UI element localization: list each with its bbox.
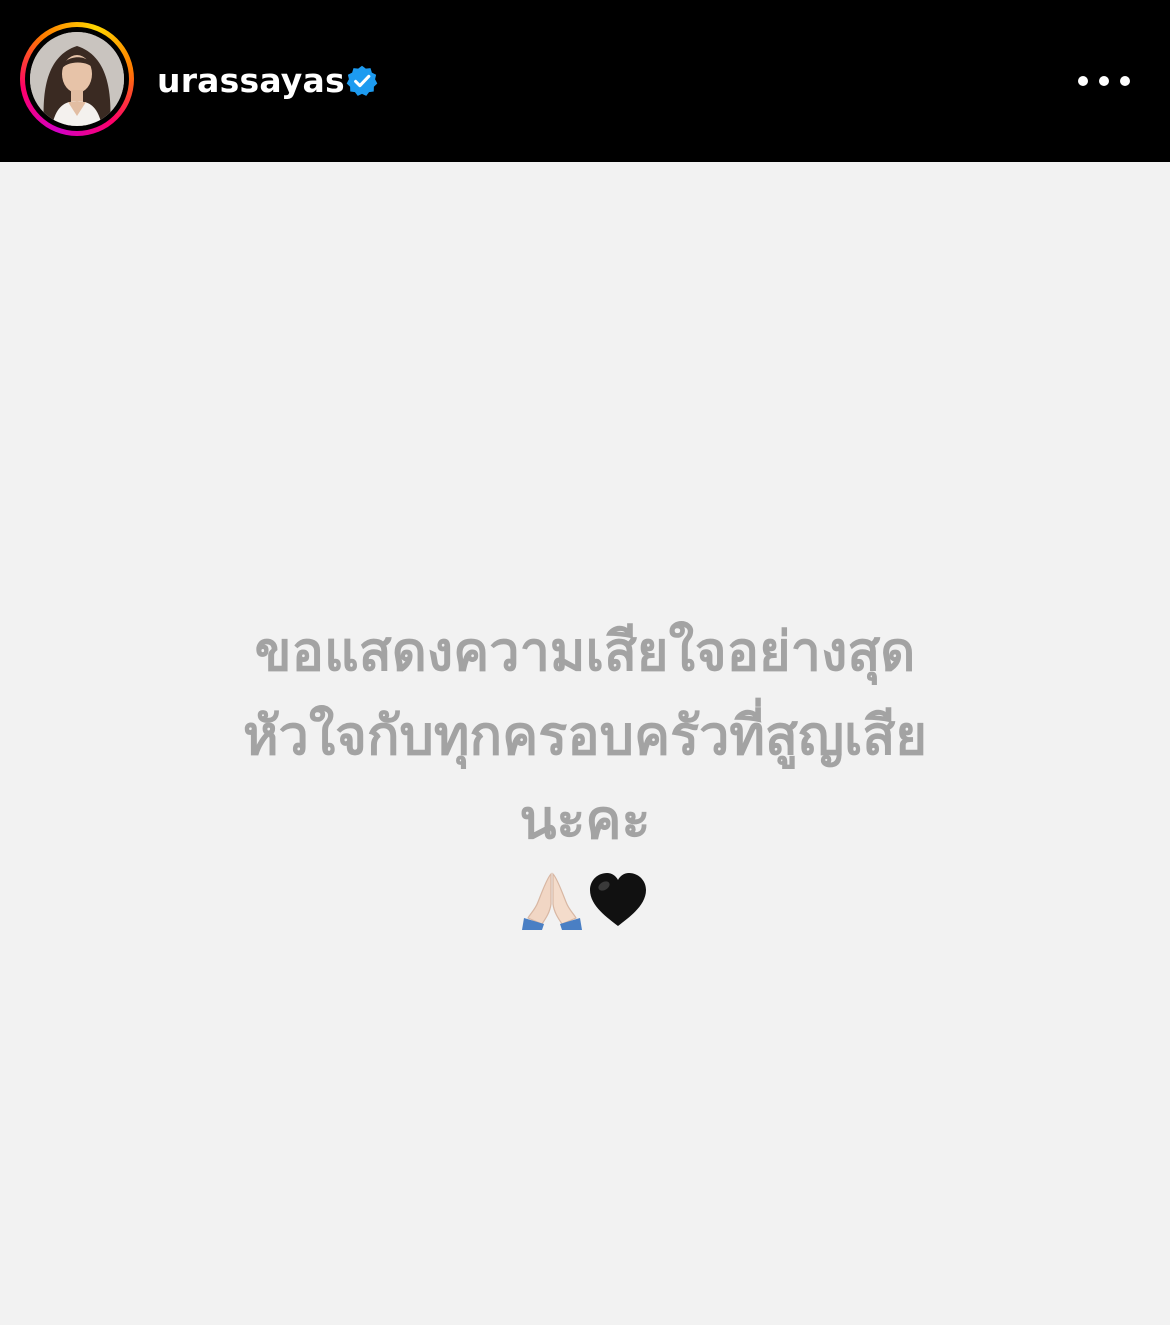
more-horizontal-icon bbox=[1078, 76, 1088, 86]
avatar-image bbox=[30, 32, 124, 126]
black-heart-emoji bbox=[590, 873, 646, 926]
post-header: urassayas bbox=[0, 0, 1170, 162]
post-text-line: หัวใจกับทุกครอบครัวที่สูญเสีย bbox=[242, 704, 928, 767]
post-text-line: ขอแสดงความเสียใจอย่างสุด bbox=[254, 620, 916, 683]
avatar[interactable] bbox=[30, 32, 124, 126]
more-horizontal-icon bbox=[1120, 76, 1130, 86]
more-horizontal-icon bbox=[1099, 76, 1109, 86]
post-caption-text: ขอแสดงความเสียใจอย่างสุด หัวใจกับทุกครอบ… bbox=[120, 610, 1050, 862]
more-options-button[interactable] bbox=[1078, 64, 1130, 98]
emoji-row bbox=[0, 868, 1170, 932]
folded-hands-emoji bbox=[522, 872, 582, 930]
story-ring[interactable] bbox=[20, 22, 134, 136]
username[interactable]: urassayas bbox=[157, 58, 345, 104]
post-image[interactable]: ขอแสดงความเสียใจอย่างสุด หัวใจกับทุกครอบ… bbox=[0, 162, 1170, 1325]
avatar-gap bbox=[25, 27, 129, 131]
post-text-line: นะคะ bbox=[519, 788, 651, 851]
verified-badge-icon bbox=[346, 65, 378, 96]
